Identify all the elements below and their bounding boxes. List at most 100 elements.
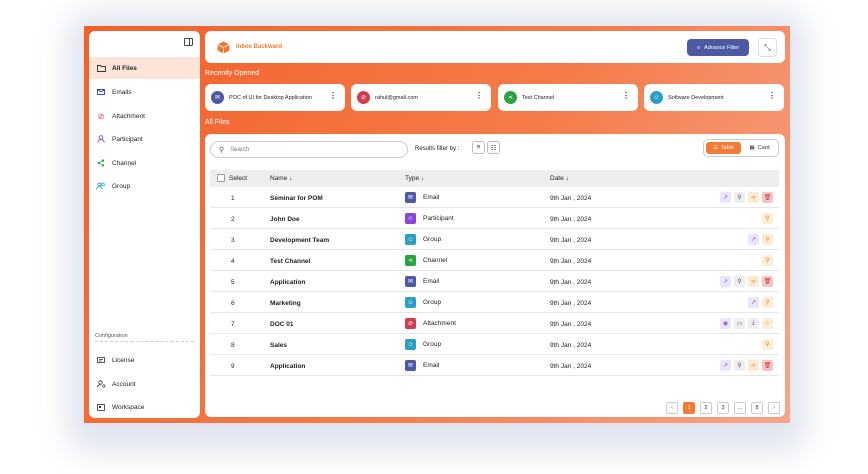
- row-actions: ↗ ⚲ ∞ 🗑: [720, 276, 773, 287]
- page-button[interactable]: 8: [751, 402, 763, 414]
- pin-icon[interactable]: ⚲: [734, 276, 745, 287]
- column-filter-icon[interactable]: ☷: [487, 141, 500, 154]
- recent-item[interactable]: ⊘ rahul@gmail.com ⋮: [351, 84, 491, 111]
- recent-item[interactable]: ☺ Software Development ⋮: [644, 84, 784, 111]
- card-view-button[interactable]: ▦ Card: [742, 142, 777, 154]
- comment-icon[interactable]: ▭: [734, 318, 745, 329]
- table-header: Select Name ↓ Type ↓ Date ↓: [210, 170, 779, 187]
- table-row[interactable]: 8 Sales ☺ Group 9th Jan , 2024 ⚲: [210, 335, 779, 355]
- minimize-view-icon[interactable]: ⤡: [758, 38, 777, 57]
- open-icon[interactable]: ↗: [720, 192, 731, 203]
- row-name: Application: [270, 279, 306, 286]
- sidebar-item-attachment[interactable]: ⊘ Attachment: [89, 105, 200, 127]
- delete-icon[interactable]: 🗑: [762, 192, 773, 203]
- sidebar-item-all-files[interactable]: All Files: [89, 57, 200, 79]
- page-button[interactable]: 2: [700, 402, 712, 414]
- column-name[interactable]: Name ↓: [270, 175, 292, 182]
- sidebar-collapse-icon[interactable]: [184, 38, 193, 46]
- row-type-label: Group: [423, 236, 442, 243]
- link-icon[interactable]: ∞: [748, 192, 759, 203]
- sidebar-item-license[interactable]: License: [89, 349, 200, 371]
- more-options-icon[interactable]: ⋮: [622, 92, 630, 100]
- row-number: 9: [231, 363, 235, 370]
- table-row[interactable]: 9 Application ✉ Email 9th Jan , 2024 ↗ ⚲ …: [210, 356, 779, 376]
- share-icon: ⋖: [405, 255, 416, 266]
- sidebar-item-label: Channel: [112, 159, 137, 167]
- search-icon[interactable]: ⚲: [762, 255, 773, 266]
- advance-filter-button[interactable]: ≡ Advance Filter: [687, 39, 749, 56]
- row-type: ✉ Email: [405, 276, 439, 287]
- app-logo: [217, 41, 230, 54]
- pin-icon[interactable]: ⚲: [734, 360, 745, 371]
- open-icon[interactable]: ↗: [748, 297, 759, 308]
- row-date: 9th Jan , 2024: [550, 300, 592, 307]
- column-type[interactable]: Type ↓: [405, 175, 424, 182]
- next-page-icon[interactable]: ›: [768, 402, 780, 414]
- recent-item-name: rahul@gmail.com: [375, 94, 418, 101]
- sidebar-item-label: All Files: [112, 64, 137, 72]
- row-actions: ⚲: [762, 255, 773, 266]
- files-panel: ⚲ Search Results filter by : ≡ ☷ ☰ Table …: [205, 134, 785, 417]
- row-name: DOC 01: [270, 321, 294, 328]
- table-row[interactable]: 4 Test Channel ⋖ Channel 9th Jan , 2024 ⚲: [210, 251, 779, 271]
- link-icon[interactable]: ∞: [748, 360, 759, 371]
- sidebar-item-workspace[interactable]: Workspace: [89, 396, 200, 418]
- more-options-icon[interactable]: ⋮: [475, 92, 483, 100]
- delete-icon[interactable]: 🗑: [762, 276, 773, 287]
- recent-item-name: POC of UI for Desktop Application: [229, 94, 312, 101]
- table-row[interactable]: 3 Development Team ☺ Group 9th Jan , 2024…: [210, 230, 779, 250]
- table-row[interactable]: 5 Application ✉ Email 9th Jan , 2024 ↗ ⚲ …: [210, 272, 779, 292]
- table-view-label: Table: [720, 145, 735, 151]
- search-icon[interactable]: ⚲: [762, 297, 773, 308]
- prev-page-icon[interactable]: ‹: [666, 402, 678, 414]
- table-row[interactable]: 7 DOC 01 ⊘ Attachment 9th Jan , 2024 ◉ ▭ …: [210, 314, 779, 334]
- table-row[interactable]: 1 Seminar for POM ✉ Email 9th Jan , 2024 …: [210, 188, 779, 208]
- page-button[interactable]: 3: [717, 402, 729, 414]
- open-icon[interactable]: ↗: [720, 360, 731, 371]
- download-icon[interactable]: ⤓: [748, 318, 759, 329]
- row-number: 1: [231, 195, 235, 202]
- star-icon[interactable]: ☆: [762, 318, 773, 329]
- open-icon[interactable]: ↗: [748, 234, 759, 245]
- pin-icon[interactable]: ⚲: [734, 192, 745, 203]
- search-icon[interactable]: ⚲: [762, 213, 773, 224]
- row-number: 7: [231, 321, 235, 328]
- search-icon[interactable]: ⚲: [762, 234, 773, 245]
- pagination: ‹ 1 2 3 ... 8 ›: [666, 402, 780, 414]
- sort-filter-icon[interactable]: ≡: [472, 141, 485, 154]
- sidebar-item-group[interactable]: Group: [89, 175, 200, 197]
- select-all-checkbox[interactable]: [217, 174, 225, 182]
- page-button[interactable]: 1: [683, 402, 695, 414]
- more-options-icon[interactable]: ⋮: [768, 92, 776, 100]
- delete-icon[interactable]: 🗑: [762, 360, 773, 371]
- search-input[interactable]: ⚲ Search: [210, 141, 408, 158]
- search-icon[interactable]: ⚲: [762, 339, 773, 350]
- table-view-button[interactable]: ☰ Table: [706, 142, 741, 154]
- sidebar-item-account[interactable]: Account: [89, 373, 200, 395]
- table-row[interactable]: 2 John Doe ☺ Participant 9th Jan , 2024 ⚲: [210, 209, 779, 229]
- more-options-icon[interactable]: ⋮: [329, 92, 337, 100]
- table-row[interactable]: 6 Marketing ☺ Group 9th Jan , 2024 ↗ ⚲: [210, 293, 779, 313]
- workspace-icon: [95, 402, 107, 412]
- view-toggle: ☰ Table ▦ Card: [703, 139, 779, 157]
- grid-icon: ▦: [749, 145, 755, 151]
- recent-item[interactable]: ⋖ Test Channel ⋮: [498, 84, 638, 111]
- view-icon[interactable]: ◉: [720, 318, 731, 329]
- recent-item[interactable]: ✉ POC of UI for Desktop Application ⋮: [205, 84, 345, 111]
- sidebar-item-channel[interactable]: Channel: [89, 152, 200, 174]
- link-icon[interactable]: ∞: [748, 276, 759, 287]
- license-icon: [95, 355, 107, 365]
- open-icon[interactable]: ↗: [720, 276, 731, 287]
- row-date: 9th Jan , 2024: [550, 237, 592, 244]
- sidebar-item-emails[interactable]: Emails: [89, 81, 200, 103]
- column-date[interactable]: Date ↓: [550, 175, 569, 182]
- row-number: 4: [231, 258, 235, 265]
- row-name: Development Team: [270, 237, 330, 244]
- sidebar-item-participant[interactable]: Participant: [89, 128, 200, 150]
- row-name: Sales: [270, 342, 287, 349]
- search-icon: ⚲: [219, 146, 225, 154]
- divider: [95, 341, 194, 342]
- folder-icon: [95, 63, 107, 73]
- share-icon: [95, 158, 107, 168]
- mail-icon: ✉: [405, 276, 416, 287]
